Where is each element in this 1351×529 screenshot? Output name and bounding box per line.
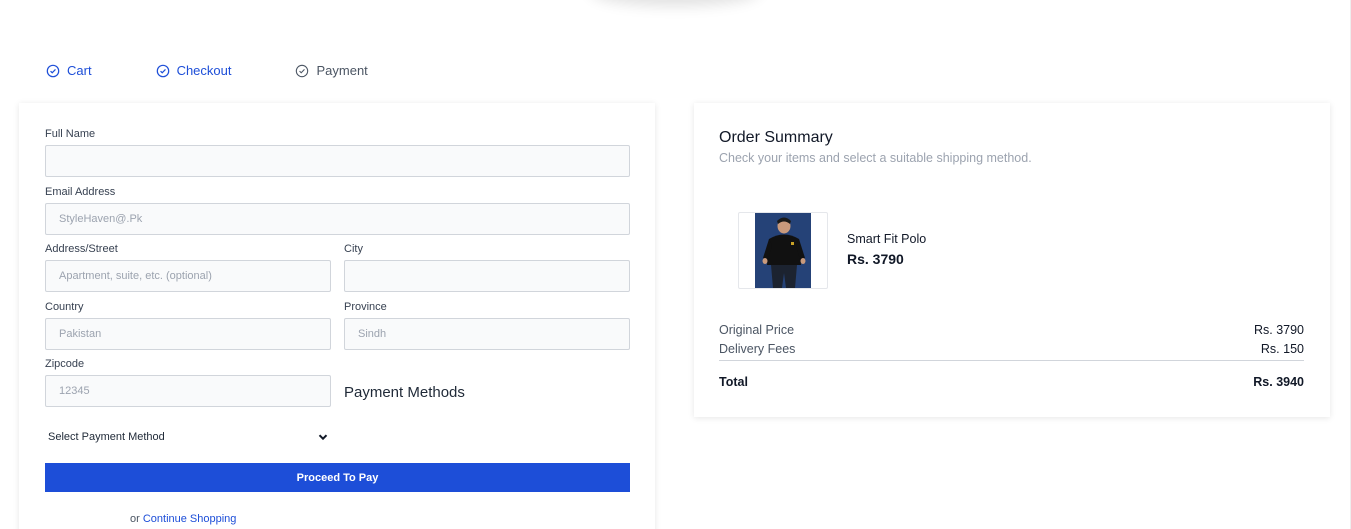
zipcode-input[interactable] [45, 375, 331, 407]
delivery-fees-label: Delivery Fees [719, 342, 796, 356]
province-input[interactable] [344, 318, 630, 350]
email-label: Email Address [45, 186, 116, 198]
product-price: Rs. 3790 [847, 251, 904, 267]
continue-shopping-link[interactable]: Continue Shopping [143, 513, 237, 525]
total-value: Rs. 3940 [1253, 375, 1304, 389]
product-image [738, 212, 828, 289]
country-label: Country [45, 301, 84, 313]
step-label: Payment [316, 63, 368, 78]
checkout-form-card: Full Name Email Address Address/Street C… [19, 103, 655, 529]
order-summary-subtitle: Check your items and select a suitable s… [719, 151, 1032, 165]
total-label: Total [719, 375, 748, 389]
address-label: Address/Street [45, 243, 118, 255]
city-label: City [344, 243, 363, 255]
payment-method-select[interactable]: Select Payment Method [45, 428, 331, 446]
payment-methods-title: Payment Methods [344, 384, 465, 401]
step-payment[interactable]: Payment [295, 63, 368, 78]
check-circle-icon [46, 64, 60, 77]
country-input[interactable] [45, 318, 331, 350]
province-label: Province [344, 301, 387, 313]
continue-shopping-line: or Continue Shopping [130, 513, 236, 525]
product-photo [755, 213, 811, 288]
original-price-label: Original Price [719, 323, 795, 337]
zipcode-label: Zipcode [45, 358, 85, 370]
payment-method-value: Select Payment Method [48, 431, 165, 443]
total-row: Total Rs. 3940 [719, 375, 1304, 389]
proceed-to-pay-button[interactable]: Proceed To Pay [45, 463, 630, 492]
full-name-input[interactable] [45, 145, 630, 177]
summary-divider [719, 360, 1304, 361]
chevron-down-icon [318, 434, 328, 441]
step-label: Cart [67, 63, 92, 78]
step-cart[interactable]: Cart [46, 63, 92, 78]
check-circle-icon [296, 64, 309, 77]
checkout-steps: Cart Checkout Payment [46, 63, 368, 78]
order-summary-title: Order Summary [719, 129, 833, 146]
check-circle-icon [156, 64, 169, 77]
delivery-fees-value: Rs. 150 [1260, 342, 1304, 356]
email-input[interactable] [45, 203, 630, 235]
product-name: Smart Fit Polo [847, 232, 927, 246]
original-price-value: Rs. 3790 [1253, 323, 1304, 337]
or-text: or [130, 513, 140, 525]
city-input[interactable] [344, 260, 630, 292]
order-summary-card: Order Summary Check your items and selec… [694, 103, 1330, 417]
step-checkout[interactable]: Checkout [156, 63, 232, 78]
delivery-fees-row: Delivery Fees Rs. 150 [719, 342, 1304, 356]
step-label: Checkout [176, 63, 232, 78]
address-input[interactable] [45, 260, 331, 292]
full-name-label: Full Name [45, 128, 96, 140]
original-price-row: Original Price Rs. 3790 [719, 323, 1304, 337]
